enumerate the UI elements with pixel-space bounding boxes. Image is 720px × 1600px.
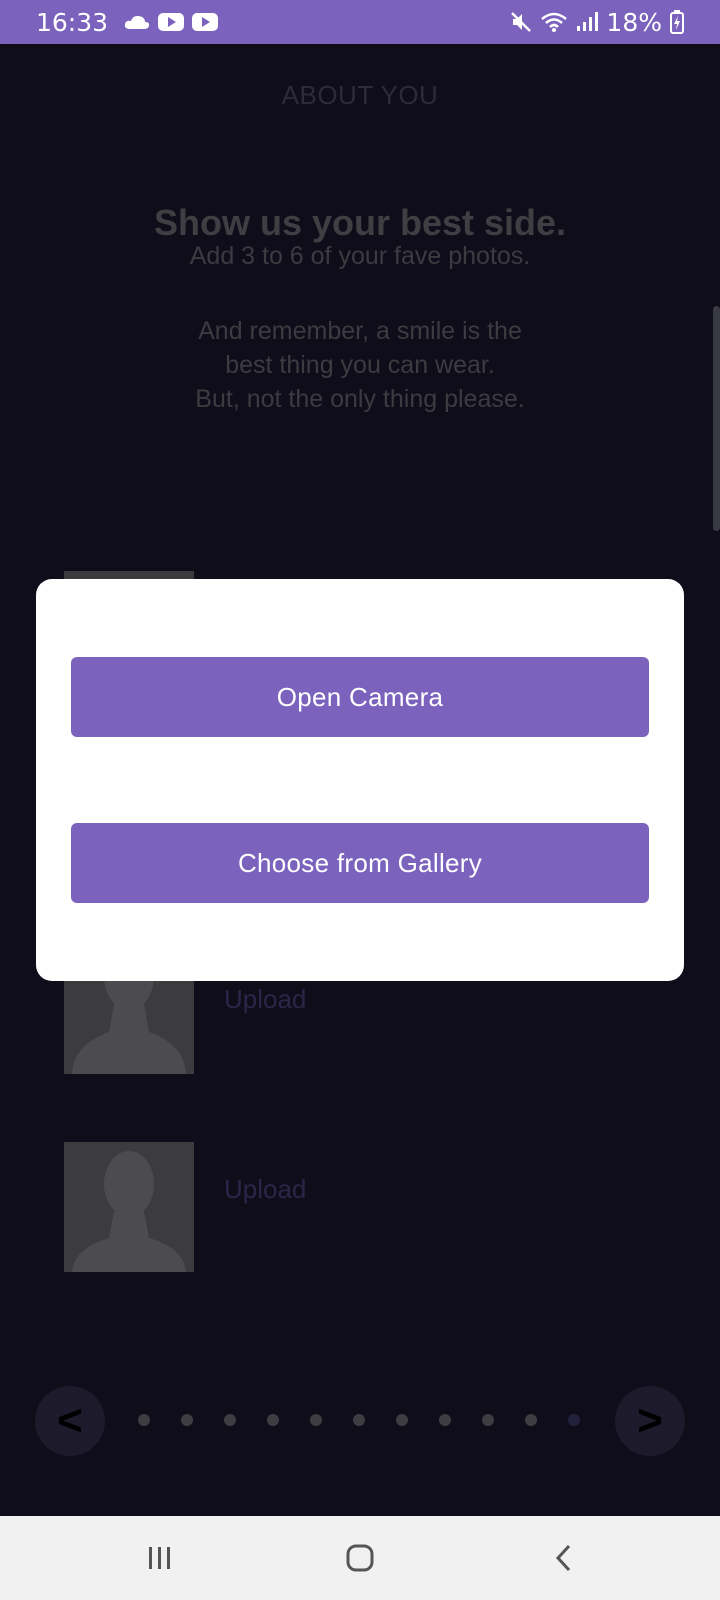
prev-button[interactable]: < xyxy=(35,1386,105,1456)
headline: Show us your best side. xyxy=(153,202,567,243)
recents-icon[interactable] xyxy=(130,1516,190,1600)
cloud-icon xyxy=(124,13,150,31)
choose-gallery-button[interactable]: Choose from Gallery xyxy=(71,823,649,903)
battery-charging-icon xyxy=(670,10,684,34)
next-button[interactable]: > xyxy=(615,1386,685,1456)
mute-icon xyxy=(510,11,532,33)
note-line: best thing you can wear. xyxy=(225,351,495,379)
page-dot xyxy=(568,1414,580,1426)
section-title: ABOUT YOU xyxy=(281,80,439,110)
page-dot xyxy=(138,1414,150,1426)
page-dot xyxy=(310,1414,322,1426)
upload-link[interactable]: Upload xyxy=(224,1174,306,1205)
youtube-icon xyxy=(192,12,219,32)
youtube-icon xyxy=(158,12,185,32)
page-dot xyxy=(353,1414,365,1426)
note-text: And remember, a smile is the best thing … xyxy=(0,314,720,416)
page-dot xyxy=(439,1414,451,1426)
status-time: 16:33 xyxy=(36,7,109,37)
status-bar: 16:33 18% xyxy=(0,0,720,44)
battery-percent: 18% xyxy=(606,7,662,37)
note-line: But, not the only thing please. xyxy=(195,385,525,413)
note-line: And remember, a smile is the xyxy=(198,317,522,345)
system-nav-bar xyxy=(0,1516,720,1600)
page-dot xyxy=(181,1414,193,1426)
subline: Add 3 to 6 of your fave photos. xyxy=(189,242,531,270)
back-icon[interactable] xyxy=(534,1516,594,1600)
page-dot xyxy=(525,1414,537,1426)
page-dot xyxy=(482,1414,494,1426)
avatar-placeholder-icon xyxy=(72,1151,186,1272)
next-arrow-icon: > xyxy=(637,1396,663,1445)
photo-source-dialog: Open Camera Choose from Gallery xyxy=(36,579,684,981)
page-dot xyxy=(224,1414,236,1426)
page-dot xyxy=(267,1414,279,1426)
home-icon[interactable] xyxy=(330,1516,390,1600)
upload-link[interactable]: Upload xyxy=(224,984,306,1015)
photo-slot[interactable] xyxy=(64,1142,194,1272)
scrollbar[interactable] xyxy=(713,306,720,531)
prev-arrow-icon: < xyxy=(57,1396,83,1445)
signal-icon xyxy=(576,11,599,33)
page-dot xyxy=(396,1414,408,1426)
wifi-icon xyxy=(540,11,568,33)
open-camera-button[interactable]: Open Camera xyxy=(71,657,649,737)
